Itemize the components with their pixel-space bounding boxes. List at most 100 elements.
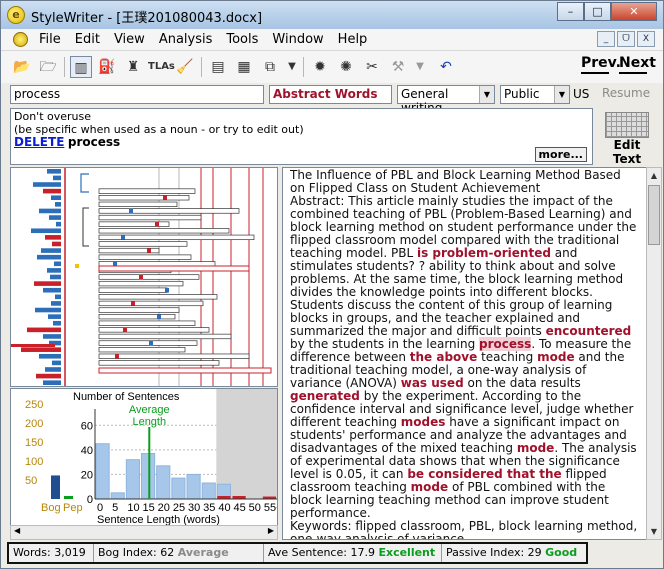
save-icon[interactable]: 🗁 xyxy=(37,56,59,78)
resume-button[interactable]: Resume xyxy=(602,86,650,100)
document-icon[interactable] xyxy=(13,32,28,47)
horizontal-scrollbar[interactable]: ◀ ▶ xyxy=(10,525,278,540)
bog-bar xyxy=(50,274,61,280)
next-button[interactable]: Next xyxy=(619,55,656,71)
document-paragraph[interactable]: Abstract: This article mainly studies th… xyxy=(290,195,638,520)
y-tick-label: 40 xyxy=(81,445,93,457)
sentence-bar xyxy=(98,353,250,359)
document-text[interactable]: The Influence of PBL and Block Learning … xyxy=(282,167,647,540)
x-tick-label: 15 xyxy=(143,502,155,514)
menu-view[interactable]: View xyxy=(114,32,145,47)
menu-window[interactable]: Window xyxy=(272,32,323,47)
more-button[interactable]: more... xyxy=(534,147,587,162)
bog-bar xyxy=(54,261,61,267)
menu-tools[interactable]: Tools xyxy=(226,32,258,47)
close-button[interactable]: ✕ xyxy=(611,2,657,21)
brush-bucket-icon[interactable]: 🧹 xyxy=(174,56,196,78)
sentence-bar xyxy=(98,333,232,340)
scroll-up-icon[interactable]: ▲ xyxy=(647,168,661,183)
columns-icon[interactable]: ▤ xyxy=(207,56,229,78)
doc-close-button[interactable]: X xyxy=(637,31,655,47)
keyboard-icon xyxy=(605,112,649,138)
document-paragraph[interactable]: Keywords: flipped classroom, PBL, block … xyxy=(290,520,638,540)
bog-bar xyxy=(45,235,61,240)
minimize-button[interactable]: – xyxy=(557,2,584,21)
edit-text-button[interactable]: Edit Text xyxy=(599,109,655,166)
flagged-phrase[interactable]: be considered that the xyxy=(407,467,561,481)
scroll-down-icon[interactable]: ▼ xyxy=(647,524,661,539)
menu-file[interactable]: File xyxy=(39,32,61,47)
bog-bar xyxy=(37,254,61,260)
bog-bar xyxy=(47,268,61,273)
sentence-histogram-chart: Number of Sentences250200150100506040200… xyxy=(25,389,277,526)
sentence-marker xyxy=(147,248,151,253)
flagged-phrase[interactable]: process xyxy=(479,337,532,351)
passive-index-label: Passive Index: 29 xyxy=(446,546,542,559)
doc-restore-button[interactable]: ᗜ xyxy=(617,31,635,47)
scroll-left-icon[interactable]: ◀ xyxy=(14,526,20,535)
chevron-down-icon[interactable]: ▼ xyxy=(479,86,494,103)
prev-button[interactable]: Prev. xyxy=(581,55,621,71)
bar-chart-icon[interactable]: ▥ xyxy=(70,56,92,78)
delete-link[interactable]: DELETE xyxy=(14,135,64,149)
bog-scale-tick: 200 xyxy=(25,418,43,430)
bog-bar xyxy=(41,248,61,253)
x-tick-label: 30 xyxy=(188,502,200,514)
grid-icon[interactable]: ▦ xyxy=(233,56,255,78)
sun-icon[interactable]: ✹ xyxy=(309,56,331,78)
flagged-phrase[interactable]: is problem-oriented xyxy=(417,246,551,260)
title-bar: e StyleWriter - [王璞201080043.docx] – □ ✕ xyxy=(1,1,663,29)
undo-icon[interactable]: ↶ xyxy=(435,56,457,78)
copy-icon[interactable]: ⧉ xyxy=(259,56,281,78)
flagged-phrase[interactable]: mode xyxy=(411,480,448,494)
maximize-button[interactable]: □ xyxy=(584,2,611,21)
flagged-phrase[interactable]: modes xyxy=(401,415,446,429)
scroll-thumb[interactable] xyxy=(648,185,660,245)
disabled-tool-icon[interactable]: ⚒ xyxy=(387,56,409,78)
menu-help[interactable]: Help xyxy=(338,32,368,47)
sentence-bar xyxy=(98,214,202,221)
doc-minimize-button[interactable]: _ xyxy=(597,31,615,47)
dropdown-arrow-icon[interactable]: ▼ xyxy=(409,56,431,78)
flagged-phrase[interactable]: the above xyxy=(410,350,478,364)
flagged-phrase[interactable]: was used xyxy=(401,376,464,390)
scroll-right-icon[interactable]: ▶ xyxy=(268,526,274,535)
tlas-icon[interactable]: TLAs xyxy=(148,56,175,78)
flagged-phrase[interactable]: encountered xyxy=(546,324,632,338)
average-label-2: Length xyxy=(132,416,166,428)
menu-analysis[interactable]: Analysis xyxy=(159,32,213,47)
flagged-phrase[interactable]: mode xyxy=(517,441,554,455)
search-word-field[interactable]: process xyxy=(10,85,264,104)
style-select[interactable]: General writing ▼ xyxy=(397,85,495,115)
x-axis-label: Sentence Length (words) xyxy=(97,514,220,525)
sentence-marker xyxy=(131,301,135,306)
stamp-tool-icon[interactable]: ♜ xyxy=(122,56,144,78)
x-tick-label: 20 xyxy=(158,502,170,514)
x-tick-label: 10 xyxy=(127,502,139,514)
bog-scale-tick: 50 xyxy=(25,475,37,487)
dropdown-arrow-icon[interactable]: ▼ xyxy=(281,56,303,78)
menu-edit[interactable]: Edit xyxy=(75,32,100,47)
chevron-down-icon[interactable]: ▼ xyxy=(554,86,569,103)
stamp-icon[interactable]: ⛽ xyxy=(96,56,118,78)
open-folder-icon[interactable]: 📂 xyxy=(11,56,33,78)
text-run: on the data results xyxy=(463,376,581,390)
flagged-phrase[interactable]: mode xyxy=(537,350,574,364)
tools-icon[interactable]: ✂ xyxy=(361,56,383,78)
gear-star-icon[interactable]: ✺ xyxy=(335,56,357,78)
histogram-bar xyxy=(95,443,110,500)
sentence-bar xyxy=(98,241,188,247)
flagged-phrase[interactable]: generated xyxy=(290,389,360,403)
vertical-scrollbar[interactable]: ▲ ▼ xyxy=(646,167,662,540)
sentence-marker xyxy=(165,287,169,293)
x-tick-label: 0 xyxy=(97,502,103,514)
bog-bar xyxy=(51,301,61,306)
sentence-bar xyxy=(98,228,230,234)
sentence-marker xyxy=(149,340,153,346)
sentence-bar xyxy=(98,360,220,366)
sentence-marker xyxy=(155,221,159,227)
audience-select[interactable]: Public ▼ xyxy=(500,85,570,104)
bog-bar xyxy=(55,202,61,207)
toolbar: 📂 🗁 ▥ ⛽ ♜ TLAs 🧹 ▤ ▦ ⧉ ▼ ✹ ✺ ✂ ⚒ ▼ ↶ Pre… xyxy=(1,51,663,83)
document-paragraph[interactable]: The Influence of PBL and Block Learning … xyxy=(290,169,638,195)
